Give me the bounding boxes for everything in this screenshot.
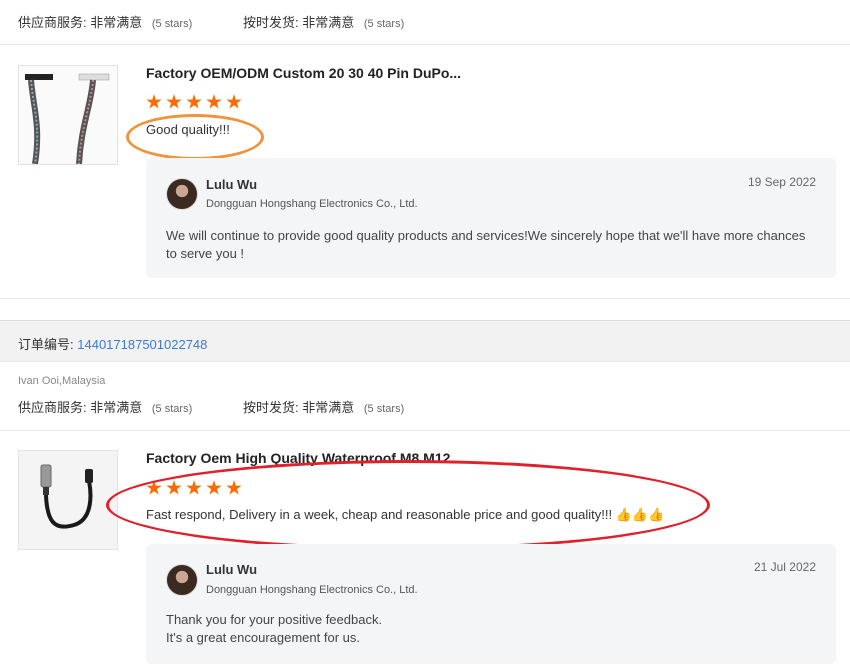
seller-reply: Lulu Wu Dongguan Hongshang Electronics C…	[146, 544, 836, 664]
star-icon	[186, 480, 202, 495]
delivery-value: 非常满意	[302, 400, 355, 415]
supplier-service-label: 供应商服务:	[18, 15, 87, 30]
buyer-name: Ivan Ooi,Malaysia	[18, 375, 106, 387]
product-title[interactable]: Factory Oem High Quality Waterproof M8 M…	[146, 450, 450, 466]
review-text: Fast respond, Delivery in a week, cheap …	[146, 507, 613, 522]
reply-text: Thank you for your positive feedback. It…	[166, 611, 816, 647]
delivery-label: 按时发货:	[243, 15, 299, 30]
review-text: Good quality!!!	[146, 122, 230, 137]
reply-line-2: It's a great encouragement for us.	[166, 630, 360, 645]
star-icon	[206, 94, 222, 109]
highlight-circle-orange	[126, 114, 264, 160]
delivery-stars: (5 stars)	[363, 403, 405, 415]
ratings-row-2: 供应商服务: 非常满意 (5 stars) 按时发货: 非常满意 (5 star…	[18, 397, 404, 416]
highlight-circle-red	[106, 460, 710, 550]
supplier-service-label: 供应商服务:	[18, 400, 87, 415]
delivery-value: 非常满意	[302, 15, 355, 30]
reply-text: We will continue to provide good quality…	[166, 228, 806, 261]
divider	[0, 298, 850, 299]
ribbon-cable-image	[19, 66, 117, 164]
delivery-rating: 按时发货: 非常满意 (5 stars)	[243, 12, 404, 31]
delivery-stars: (5 stars)	[363, 18, 405, 30]
star-icon	[146, 94, 162, 109]
divider	[0, 44, 850, 45]
avatar	[166, 178, 198, 210]
replier-name: Lulu Wu	[206, 562, 258, 577]
star-rating	[146, 94, 242, 112]
product-title[interactable]: Factory OEM/ODM Custom 20 30 40 Pin DuPo…	[146, 65, 461, 81]
supplier-service-value: 非常满意	[90, 400, 143, 415]
order-number-link[interactable]: 144017187501022748	[77, 337, 207, 352]
delivery-rating: 按时发货: 非常满意 (5 stars)	[243, 397, 404, 416]
replier-company: Dongguan Hongshang Electronics Co., Ltd.	[206, 198, 418, 210]
star-icon	[226, 94, 242, 109]
delivery-label: 按时发货:	[243, 400, 299, 415]
product-thumbnail[interactable]	[18, 65, 118, 165]
replier-name: Lulu Wu	[206, 177, 258, 192]
divider	[0, 430, 850, 431]
avatar	[166, 564, 198, 596]
order-number-label: 订单编号:	[18, 337, 74, 352]
review-text-row: Fast respond, Delivery in a week, cheap …	[146, 507, 664, 523]
thumbs-up-icon: 👍👍👍	[615, 507, 665, 522]
product-thumbnail[interactable]	[18, 450, 118, 550]
supplier-service-stars: (5 stars)	[151, 403, 193, 415]
star-icon	[166, 480, 182, 495]
order-header: 订单编号: 144017187501022748	[0, 320, 850, 362]
star-icon	[146, 480, 162, 495]
star-icon	[206, 480, 222, 495]
star-rating	[146, 480, 242, 498]
supplier-service-stars: (5 stars)	[151, 18, 193, 30]
star-icon	[186, 94, 202, 109]
reply-date: 21 Jul 2022	[753, 560, 816, 574]
seller-reply: Lulu Wu Dongguan Hongshang Electronics C…	[146, 158, 836, 278]
star-icon	[226, 480, 242, 495]
reply-date: 19 Sep 2022	[747, 175, 816, 189]
ratings-row-1: 供应商服务: 非常满意 (5 stars) 按时发货: 非常满意 (5 star…	[18, 12, 404, 31]
reply-line-1: Thank you for your positive feedback.	[166, 612, 383, 627]
replier-company: Dongguan Hongshang Electronics Co., Ltd.	[206, 584, 418, 596]
order-number-row: 订单编号: 144017187501022748	[18, 334, 207, 353]
star-icon	[166, 94, 182, 109]
waterproof-connector-image	[19, 451, 117, 549]
supplier-service-value: 非常满意	[90, 15, 143, 30]
